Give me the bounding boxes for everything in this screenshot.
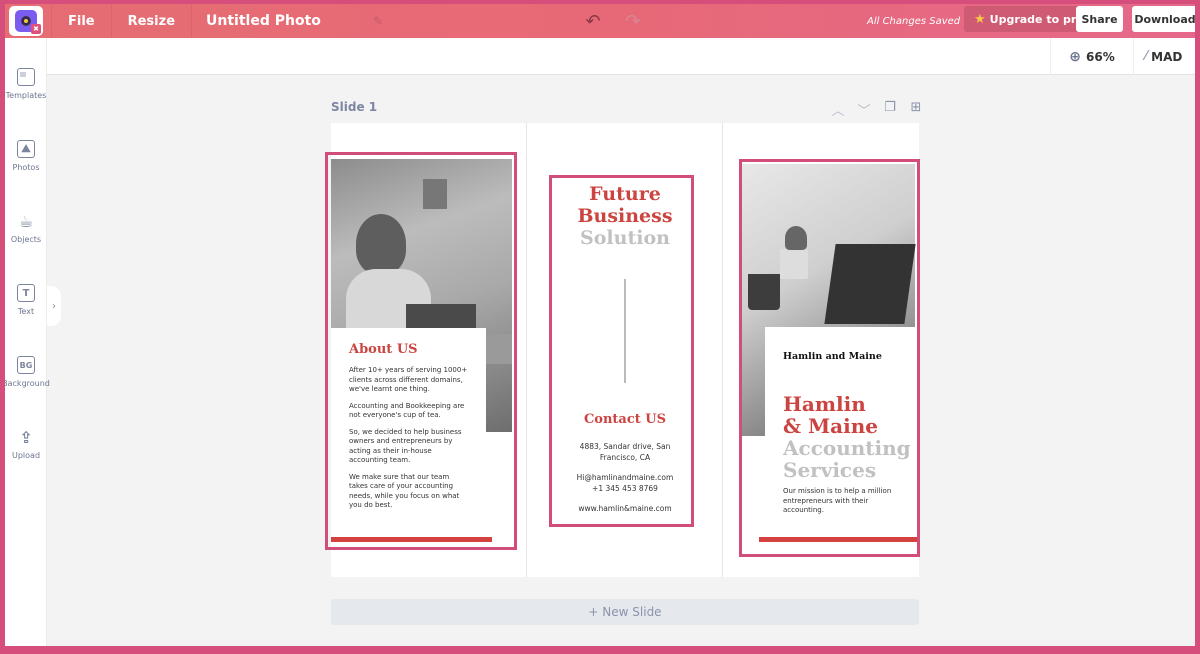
save-status: All Changes Saved	[867, 15, 961, 27]
slide-tools: ︿ ﹀ ❐ ⊞	[830, 100, 924, 119]
sidebar-item-objects[interactable]: ☕ Objects	[5, 211, 47, 245]
zoom-control[interactable]: ⊕ 66%	[1050, 38, 1134, 75]
sidebar-item-label: Objects	[10, 235, 42, 244]
sidebar: Templates ⛰ Photos ☕ Objects T Text BG B…	[5, 38, 50, 646]
redo-icon[interactable]: ↷	[613, 11, 653, 32]
magic-wand-icon: ⁄	[1145, 49, 1148, 64]
sidebar-item-label: Photos	[12, 163, 40, 172]
undo-icon[interactable]: ↶	[573, 11, 613, 32]
sidebar-item-label: Background	[5, 379, 50, 388]
upgrade-label: Upgrade to pro	[989, 12, 1084, 26]
zoom-in-icon: ⊕	[1069, 48, 1081, 65]
new-slide-button[interactable]: + New Slide	[331, 599, 919, 625]
secondary-toolbar: ⊕ 66% ⁄ MAD	[47, 38, 1195, 75]
resize-button[interactable]: Resize	[110, 4, 191, 38]
share-button[interactable]: Share	[1076, 6, 1123, 32]
slide-canvas[interactable]: About US After 10+ years of serving 1000…	[325, 123, 920, 577]
document-title[interactable]: Untitled Photo	[191, 4, 373, 38]
objects-icon: ☕	[18, 211, 34, 231]
brochure-panel-about[interactable]: About US After 10+ years of serving 1000…	[325, 123, 527, 577]
photos-icon: ⛰	[17, 140, 35, 158]
brochure-panel-contact[interactable]: Future Business Solution Contact US 4883…	[527, 123, 723, 577]
logo-badge-icon: ✖	[31, 24, 41, 34]
editor-window: ✖ File Resize Untitled Photo ✎ ↶ ↷ All C…	[5, 4, 1195, 646]
sidebar-item-label: Text	[17, 307, 35, 316]
sidebar-item-label: Templates	[5, 91, 47, 100]
background-icon: BG	[17, 356, 35, 374]
text-icon: T	[17, 284, 35, 302]
sidebar-item-templates[interactable]: Templates	[5, 68, 47, 100]
magic-label: MAD	[1151, 49, 1183, 64]
brochure-panel-cover[interactable]: Hamlin and Maine Hamlin & Maine Accounti…	[723, 123, 920, 577]
selection-outline	[325, 152, 517, 550]
star-icon: ★	[974, 11, 986, 27]
download-button[interactable]: Download	[1132, 6, 1195, 32]
templates-icon	[17, 68, 35, 86]
sidebar-expand-toggle[interactable]: ›	[47, 286, 61, 326]
magic-button[interactable]: ⁄ MAD	[1145, 38, 1182, 75]
chevron-up-icon[interactable]: ︿	[830, 100, 846, 119]
pencil-icon[interactable]: ✎	[373, 14, 573, 28]
chevron-down-icon[interactable]: ﹀	[856, 100, 872, 119]
sidebar-item-photos[interactable]: ⛰ Photos	[5, 140, 47, 172]
selection-outline	[739, 159, 920, 557]
sidebar-item-label: Upload	[11, 451, 41, 460]
slide-label: Slide 1	[331, 100, 378, 114]
duplicate-slide-icon[interactable]: ❐	[882, 100, 898, 119]
app-logo[interactable]: ✖	[9, 6, 43, 36]
zoom-level: 66%	[1086, 49, 1115, 64]
file-menu-button[interactable]: File	[51, 4, 111, 38]
add-slide-icon[interactable]: ⊞	[908, 100, 924, 119]
selection-outline	[549, 175, 694, 527]
sidebar-item-text[interactable]: T Text	[5, 284, 47, 316]
upload-icon: ⇪	[19, 427, 33, 447]
sidebar-item-upload[interactable]: ⇪ Upload	[5, 427, 47, 461]
upgrade-button[interactable]: ★ Upgrade to pro	[964, 6, 1094, 32]
sidebar-item-background[interactable]: BG Background	[5, 356, 50, 388]
chevron-right-icon: ›	[52, 300, 56, 312]
